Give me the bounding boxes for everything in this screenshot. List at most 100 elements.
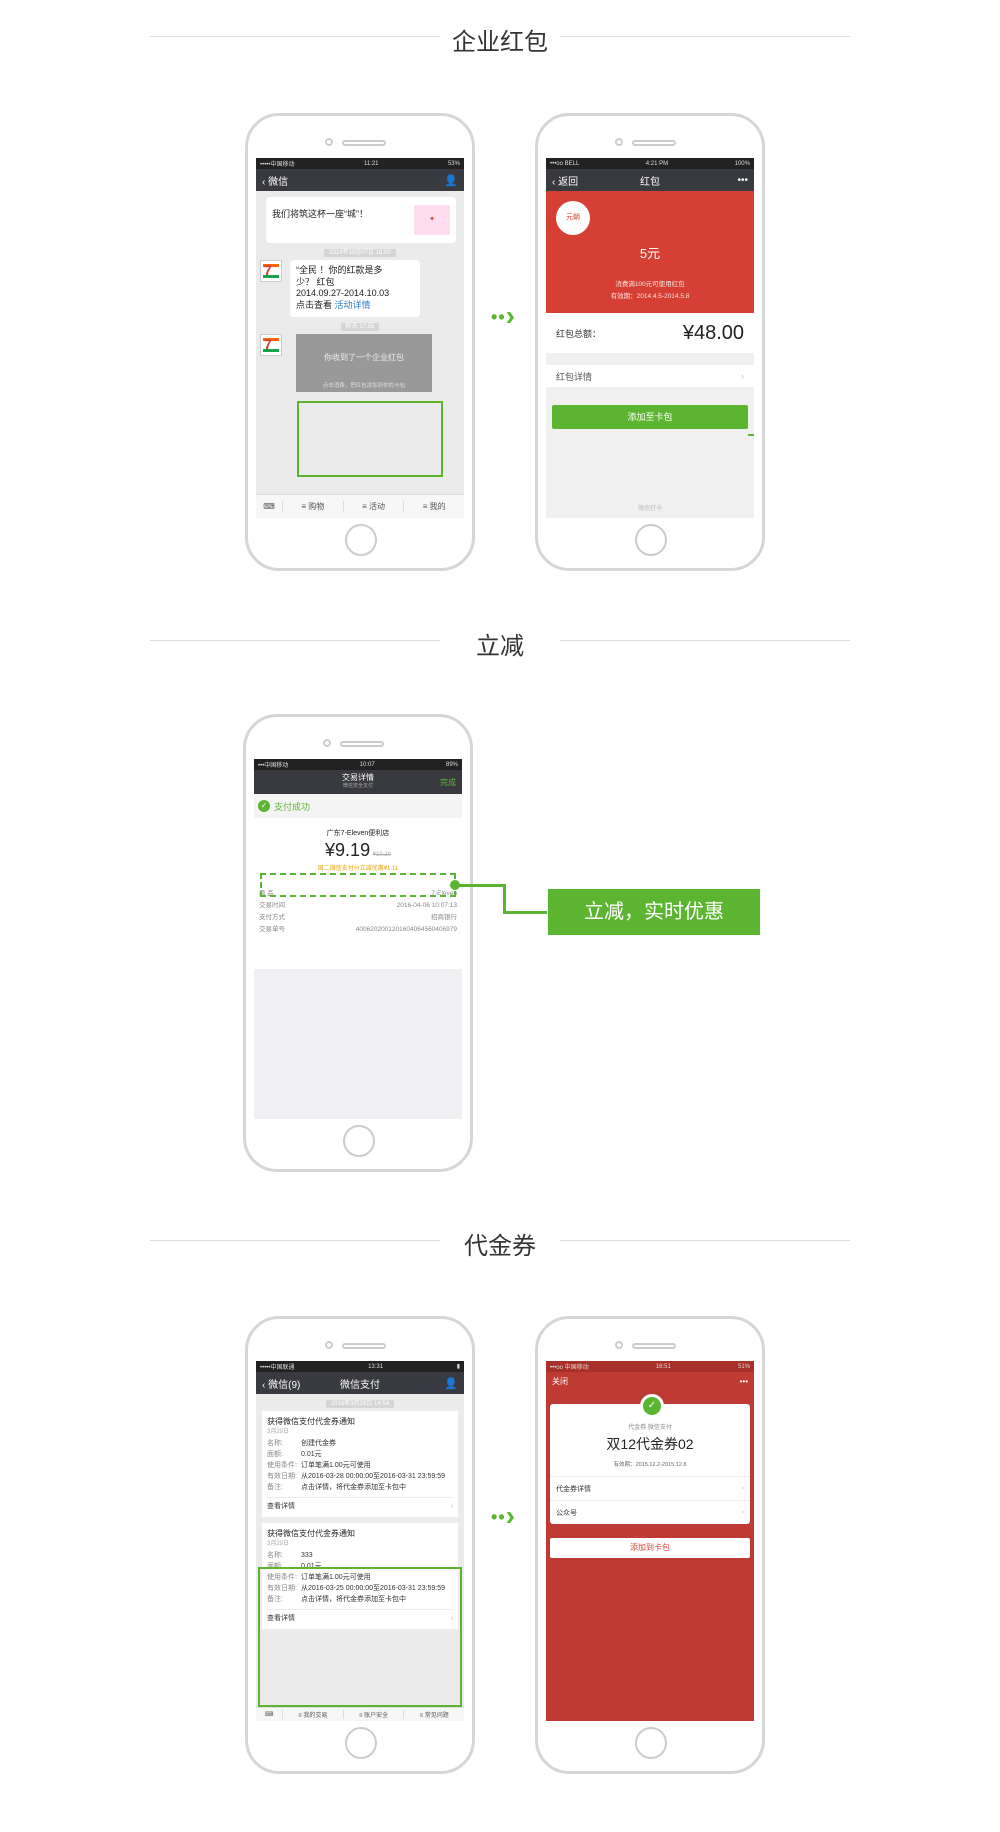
coupon-notice-card[interactable]: 获得微信支付代金券通知 3月29日 名称: 创建代金券 面额: 0.01元 使用条件… (262, 1411, 458, 1517)
status-bar: •••oo 中国移动 16:51 51% (546, 1361, 754, 1372)
detail-row: 交易单号 4006202001201604064560406979 (259, 926, 457, 933)
total-value: ¥48.00 (682, 321, 744, 344)
back-button[interactable]: ‹ 微信 (262, 173, 288, 188)
nav-bar: ‹ 微信 👤 (256, 169, 464, 191)
section-heading: 代金券 (464, 1233, 536, 1260)
carrier-label: •••oo BELL (550, 160, 580, 167)
carrier-label: •••••中国移动 (260, 162, 295, 168)
section-title-redpacket: 企业红包 (150, 16, 850, 56)
phone-coupon-detail: •••oo 中国移动 16:51 51% 关闭 ••• ✓ 代金券 微信支付 双… (535, 1316, 765, 1774)
activity-link[interactable]: 活动详情 (335, 300, 371, 310)
phone-camera (325, 1341, 333, 1349)
message-line: 2014.09.27-2014.10.03 (296, 288, 390, 299)
coupon-brand: 代金券 微信支付 (628, 1425, 672, 1431)
nav-bar: 关闭 ••• (546, 1372, 754, 1390)
more-icon[interactable]: ••• (740, 1377, 748, 1386)
divider-right (560, 36, 850, 37)
home-button[interactable] (635, 1727, 667, 1759)
section-title-coupon: 代金券 (150, 1220, 850, 1260)
clock-label: 16:51 (655, 1363, 671, 1370)
nav-bar: 交易详情 微信安全支付 完成 (254, 770, 462, 794)
highlight-box (297, 401, 443, 477)
nav-title: 交易详情 (342, 773, 374, 782)
menu-account-security[interactable]: ≡ 账户安全 (342, 1710, 404, 1719)
phone-speaker (632, 140, 676, 146)
phone-speaker (342, 140, 386, 146)
menu-mine[interactable]: ≡ 我的 (403, 501, 464, 512)
section-heading: 企业红包 (452, 29, 548, 56)
menu-bar: ⌨ ≡ 购物 ≡ 活动 ≡ 我的 (256, 494, 464, 518)
carrier-label: •••oo 中国移动 (550, 1365, 589, 1371)
redpacket-detail-row[interactable]: 红包详情 › (546, 365, 754, 387)
home-button[interactable] (345, 524, 377, 556)
official-account-row[interactable]: 公众号 › (550, 1500, 750, 1524)
message-bubble[interactable]: 我们将筑这杯一座“城”！ ✦ (266, 197, 456, 243)
promo-image: ✦ (414, 205, 450, 235)
card-date: 3月29日 (267, 1429, 290, 1435)
menu-faq[interactable]: ≡ 常见问题 (403, 1710, 464, 1719)
home-button[interactable] (635, 524, 667, 556)
back-button[interactable]: ‹ 返回 (552, 173, 578, 188)
discount-callout: 立减，实时优惠 (548, 889, 760, 935)
callout-line-h1 (458, 884, 506, 887)
redpacket-card-subtitle: 点击消费，把红包添加到你的卡包 (322, 382, 406, 389)
keyboard-icon[interactable]: ⌨ (256, 502, 282, 511)
paid-status: ✓ 支付成功 (254, 794, 462, 818)
section-title-discount: 立减 (150, 620, 850, 660)
card-field: 使用条件: 订单笔满1.00元可使用 (267, 1462, 371, 1469)
phone-speaker (632, 1343, 676, 1349)
profile-icon[interactable]: 👤 (444, 174, 458, 187)
clock-label: 10:07 (359, 761, 375, 768)
close-button[interactable]: 关闭 (552, 1376, 568, 1387)
home-button[interactable] (345, 1727, 377, 1759)
redpacket-card[interactable]: 你收到了一个企业红包 点击消费，把红包添加到你的卡包 (296, 333, 432, 392)
menu-shop[interactable]: ≡ 购物 (282, 501, 343, 512)
store-avatar[interactable]: 7 (260, 333, 282, 356)
chat-row: 7 “全民 ！你的红款是多 少？ 红包 2014.09.27-2014.10.0… (260, 260, 460, 317)
carrier-label: •••••中国联通 (260, 1365, 295, 1371)
carrier-label: •••中国移动 (258, 763, 289, 769)
original-price: ¥10.20 (372, 852, 391, 858)
official-account-label: 公众号 (556, 1509, 577, 1517)
keyboard-icon[interactable]: ⌨ (256, 1711, 282, 1718)
back-button[interactable]: ‹ 微信(9) (262, 1376, 300, 1391)
paid-label: 支付成功 (274, 801, 311, 812)
back-label: 微信 (268, 176, 289, 188)
phone-speaker (340, 741, 384, 747)
coupon-detail-row[interactable]: 代金券详情 › (550, 1476, 750, 1500)
message-line: 点击查看 活动详情 (296, 300, 371, 311)
nav-bar: ‹ 返回 红包 ••• (546, 169, 754, 191)
redpacket-validity: 有效期：2014.4.5-2014.5.8 (610, 293, 690, 300)
home-button[interactable] (343, 1125, 375, 1157)
done-button[interactable]: 完成 (440, 777, 456, 788)
coupon-detail-label: 代金券详情 (556, 1485, 591, 1493)
back-label: 微信(9) (268, 1379, 301, 1391)
add-to-cardpack-button[interactable]: 添加到卡包 (550, 1538, 750, 1558)
activity-message[interactable]: “全民 ！你的红款是多 少？ 红包 2014.09.27-2014.10.03 … (290, 260, 420, 317)
coupon-validity: 有效期：2015.12.2-2015.12.8 (613, 1462, 687, 1468)
timestamp: 昨天 17:55 (256, 321, 464, 331)
store-avatar[interactable]: 7 (260, 260, 282, 282)
battery-label: 53% (447, 160, 460, 167)
pointer-line (748, 434, 754, 436)
message-line: “全民 ！你的红款是多 (296, 265, 383, 275)
clock-label: 11:21 (363, 160, 379, 167)
phone-camera (325, 138, 333, 146)
chevron-right-icon: › (741, 1509, 744, 1516)
more-icon[interactable]: ••• (737, 175, 748, 186)
nav-bar: ‹ 微信(9) 微信支付 👤 (256, 1372, 464, 1394)
menu-my-trades[interactable]: ≡ 我的交易 (282, 1710, 343, 1719)
redpacket-condition: 消费满100元可使用红包 (615, 281, 685, 288)
callout-line-h2 (503, 911, 547, 914)
coupon-card: ✓ 代金券 微信支付 双12代金券02 有效期：2015.12.2-2015.1… (550, 1394, 750, 1524)
menu-activity[interactable]: ≡ 活动 (342, 501, 404, 512)
brand-logo: 元朝 (556, 201, 590, 235)
callout-line-v (503, 884, 506, 914)
profile-icon[interactable]: 👤 (444, 1377, 458, 1390)
nav-subtitle: 微信安全支付 (342, 783, 373, 789)
view-detail-link[interactable]: 查看详情 › (267, 1497, 453, 1512)
back-label: 返回 (558, 176, 579, 188)
chat-row: 7 你收到了一个企业红包 点击消费，把红包添加到你的卡包 (260, 333, 460, 392)
card-date: 3月29日 (267, 1541, 290, 1547)
add-to-cardpack-button[interactable]: 添加至卡包 (552, 405, 748, 429)
